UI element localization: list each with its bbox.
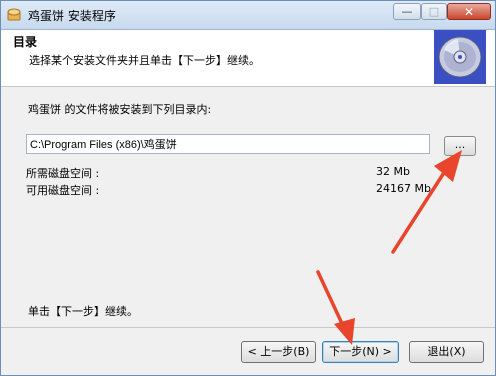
next-button[interactable]: 下一步(N) > <box>322 341 399 363</box>
divider <box>1 327 495 328</box>
install-path-input[interactable] <box>26 134 430 154</box>
close-button[interactable]: ✕ <box>447 3 491 20</box>
back-button[interactable]: < 上一步(B) <box>241 341 316 363</box>
minimize-button[interactable]: — <box>393 3 421 20</box>
exit-button[interactable]: 退出(X) <box>409 341 484 363</box>
available-space-value: 24167 Mb <box>376 182 431 195</box>
required-space-label: 所需磁盘空间 : <box>26 167 100 180</box>
app-icon <box>7 8 21 21</box>
browse-button[interactable]: ... <box>444 136 476 156</box>
continue-hint: 单击【下一步】继续。 <box>28 305 138 318</box>
available-space-label: 可用磁盘空间 : <box>26 184 100 197</box>
window-title: 鸡蛋饼 安装程序 <box>28 9 116 23</box>
page-subtitle: 选择某个安装文件夹并且单击【下一步】继续。 <box>29 54 260 67</box>
installer-window: 鸡蛋饼 安装程序 — □ ✕ 目录 选择某个安装文件夹并且单击【下一步】继续。 … <box>0 0 496 376</box>
wizard-header: 目录 选择某个安装文件夹并且单击【下一步】继续。 <box>1 30 495 87</box>
page-title: 目录 <box>13 35 38 49</box>
title-bar[interactable]: 鸡蛋饼 安装程序 — □ ✕ <box>1 1 495 30</box>
install-intro-text: 鸡蛋饼 的文件将被安装到下列目录内: <box>28 103 212 116</box>
maximize-button[interactable]: □ <box>421 3 447 20</box>
cd-disc-icon <box>434 30 486 84</box>
required-space-value: 32 Mb <box>376 165 410 178</box>
